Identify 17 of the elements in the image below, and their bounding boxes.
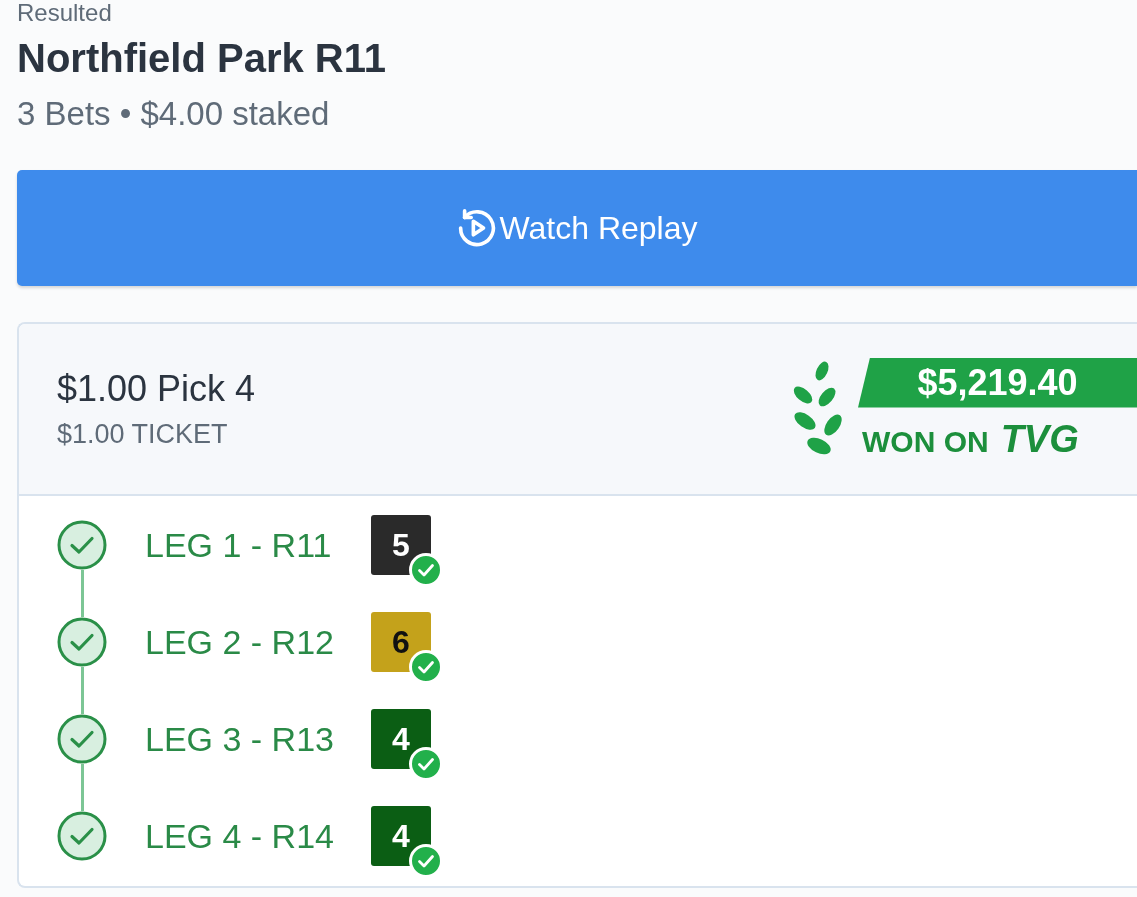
brand-name: TVG xyxy=(1000,417,1079,461)
leg-label: LEG 2 - R12 xyxy=(145,622,335,663)
watch-replay-button[interactable]: Watch Replay xyxy=(17,170,1137,286)
leg-label: LEG 3 - R13 xyxy=(145,719,335,760)
bet-title: $1.00 Pick 4 xyxy=(57,367,256,411)
win-amount: $5,219.40 xyxy=(858,357,1137,408)
status-label: Resulted xyxy=(17,0,113,26)
won-on-label: WON ON xyxy=(862,424,989,459)
timeline-connector xyxy=(80,570,84,617)
leg-label: LEG 4 - R14 xyxy=(145,816,335,857)
ticket-amount: $1.00 TICKET xyxy=(57,418,229,451)
timeline-connector xyxy=(80,764,84,811)
timeline-connector xyxy=(80,667,84,714)
race-title: Northfield Park R11 xyxy=(17,35,387,82)
bet-summary: 3 Bets • $4.00 staked xyxy=(17,94,331,134)
leg-label: LEG 1 - R11 xyxy=(145,525,333,566)
replay-icon xyxy=(456,208,497,248)
